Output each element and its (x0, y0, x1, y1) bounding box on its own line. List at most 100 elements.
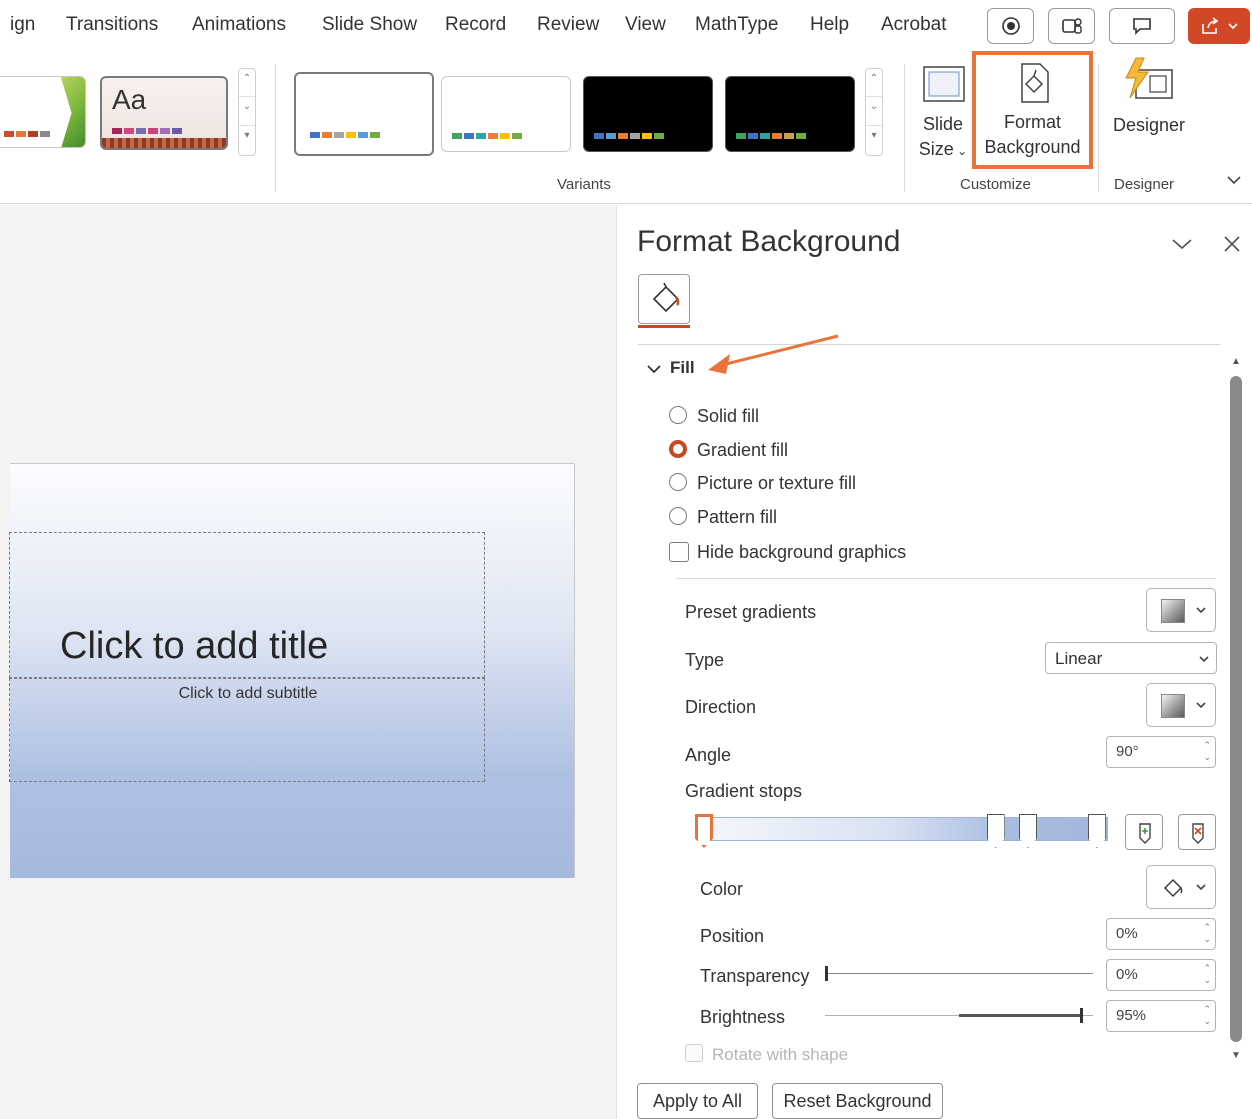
tab-review[interactable]: Review (537, 14, 599, 36)
customize-group-label: Customize (960, 176, 1031, 193)
hide-background-graphics-checkbox[interactable] (669, 542, 689, 562)
theme-sample-text: Aa (112, 84, 147, 115)
tab-mathtype[interactable]: MathType (695, 14, 778, 36)
comments-button[interactable] (1109, 8, 1175, 44)
transparency-spinner[interactable]: 0% ⌃ ⌄ (1106, 959, 1216, 991)
pattern-fill-radio[interactable] (669, 507, 687, 525)
spinner-arrows-icon[interactable]: ⌃ ⌄ (1203, 739, 1211, 763)
title-placeholder-text: Click to add title (60, 625, 329, 667)
designer-icon (1125, 57, 1173, 99)
gradient-fill-radio[interactable] (669, 440, 687, 458)
variant-black-1[interactable] (583, 76, 713, 152)
rotate-with-shape-checkbox (685, 1044, 703, 1062)
chevron-down-icon (1196, 884, 1206, 891)
brightness-value: 95% (1116, 1007, 1147, 1024)
designer-group-label: Designer (1114, 176, 1175, 193)
menu-bar: ign Transitions Animations Slide Show Re… (0, 0, 1252, 52)
type-select[interactable]: Linear (1045, 642, 1217, 674)
tab-acrobat[interactable]: Acrobat (881, 14, 946, 36)
transparency-slider[interactable] (825, 966, 1093, 981)
slide-size-button[interactable]: Slide Size ⌄ (912, 60, 974, 168)
designer-button-label: Designer (1112, 115, 1186, 135)
subtitle-placeholder-text: Click to add subtitle (178, 685, 318, 702)
picture-texture-fill-label[interactable]: Picture or texture fill (697, 473, 856, 494)
pattern-fill-label[interactable]: Pattern fill (697, 507, 777, 528)
tab-view[interactable]: View (625, 14, 666, 36)
format-background-icon (1021, 63, 1049, 103)
remove-gradient-stop-button[interactable] (1178, 814, 1216, 850)
brightness-label: Brightness (700, 1007, 786, 1027)
subtitle-placeholder[interactable]: Click to add subtitle (9, 678, 485, 782)
direction-swatch-icon (1161, 694, 1185, 718)
teams-button[interactable] (1048, 8, 1095, 44)
paint-bucket-icon (1164, 879, 1183, 897)
slide-canvas[interactable]: Click to add title Click to add subtitle (9, 463, 575, 878)
transparency-slider-thumb[interactable] (825, 966, 828, 981)
pane-title: Format Background (637, 225, 901, 258)
chevron-down-icon (1196, 702, 1206, 709)
tab-slide-show[interactable]: Slide Show (322, 14, 417, 36)
solid-fill-radio[interactable] (669, 406, 687, 424)
comment-icon (1133, 18, 1151, 35)
tab-design[interactable]: ign (10, 14, 35, 36)
angle-label: Angle (685, 745, 732, 765)
add-gradient-stop-button[interactable] (1125, 814, 1163, 850)
variant-black-2[interactable] (725, 76, 855, 152)
theme-thumbnail-1[interactable] (0, 76, 86, 148)
themes-scroll[interactable]: ⌃ ⌄ ▾ (238, 68, 256, 156)
spinner-arrows-icon[interactable]: ⌃ ⌄ (1203, 962, 1211, 986)
add-stop-icon (1139, 823, 1151, 844)
tab-transitions[interactable]: Transitions (66, 14, 158, 36)
reset-background-button[interactable]: Reset Background (772, 1083, 943, 1119)
slide-size-label-line1: Slide (922, 114, 964, 134)
tab-help[interactable]: Help (810, 14, 849, 36)
variant-white-1[interactable] (294, 72, 434, 156)
fill-line-tab[interactable] (638, 274, 690, 328)
ribbon: Aa ⌃ ⌄ ▾ ⌃ ⌄ ▾ Variants Slide Size ⌄ Format … (0, 51, 1252, 204)
color-dropdown[interactable] (1146, 865, 1216, 909)
spinner-arrows-icon[interactable]: ⌃ ⌄ (1203, 1003, 1211, 1027)
tab-record[interactable]: Record (445, 14, 506, 36)
angle-spinner[interactable]: 90° ⌃ ⌄ (1106, 736, 1216, 768)
chevron-down-icon[interactable] (646, 362, 662, 376)
gradient-swatch-icon (1161, 599, 1185, 623)
spinner-arrows-icon[interactable]: ⌃ ⌄ (1203, 921, 1211, 945)
chevron-down-icon (1196, 607, 1206, 614)
brightness-slider-thumb[interactable] (1079, 1008, 1083, 1023)
slide-size-icon (923, 66, 965, 102)
variant-white-2[interactable] (441, 76, 571, 152)
brightness-spinner[interactable]: 95% ⌃ ⌄ (1106, 1000, 1216, 1032)
fill-section-header[interactable]: Fill (670, 358, 695, 378)
type-label: Type (685, 650, 725, 670)
share-button[interactable] (1188, 8, 1250, 44)
variants-scroll[interactable]: ⌃ ⌄ ▾ (865, 68, 883, 156)
format-background-label-line1: Format (1003, 112, 1061, 132)
hide-background-graphics-label[interactable]: Hide background graphics (697, 542, 906, 563)
pane-scrollbar[interactable]: ▲ ▼ (1230, 356, 1244, 1068)
collapse-ribbon-icon[interactable] (1226, 174, 1242, 186)
brightness-slider[interactable] (825, 1008, 1093, 1023)
rotate-with-shape-label: Rotate with shape (712, 1045, 849, 1064)
theme-thumbnail-2[interactable]: Aa (100, 76, 228, 150)
close-icon[interactable] (1222, 234, 1242, 254)
solid-fill-label[interactable]: Solid fill (697, 406, 759, 427)
format-background-button[interactable]: Format Background (972, 51, 1093, 169)
direction-dropdown[interactable] (1146, 683, 1216, 727)
tab-animations[interactable]: Animations (192, 14, 286, 36)
gradient-fill-label[interactable]: Gradient fill (697, 440, 788, 461)
preset-gradients-label: Preset gradients (685, 602, 817, 622)
pane-options-chevron-icon[interactable] (1170, 236, 1194, 252)
picture-texture-fill-radio[interactable] (669, 473, 687, 491)
transparency-value: 0% (1116, 966, 1138, 983)
format-background-label-line2: Background (984, 137, 1081, 157)
paint-bucket-icon (652, 282, 680, 313)
gradient-stops-bar[interactable] (695, 814, 1108, 848)
designer-button[interactable]: Designer (1108, 56, 1190, 166)
apply-to-all-button[interactable]: Apply to All (637, 1083, 758, 1119)
position-spinner[interactable]: 0% ⌃ ⌄ (1106, 918, 1216, 950)
title-placeholder[interactable]: Click to add title (9, 532, 485, 678)
record-button[interactable] (987, 8, 1034, 44)
preset-gradients-dropdown[interactable] (1146, 588, 1216, 632)
record-icon (1001, 17, 1020, 35)
variants-group-label: Variants (557, 176, 611, 193)
